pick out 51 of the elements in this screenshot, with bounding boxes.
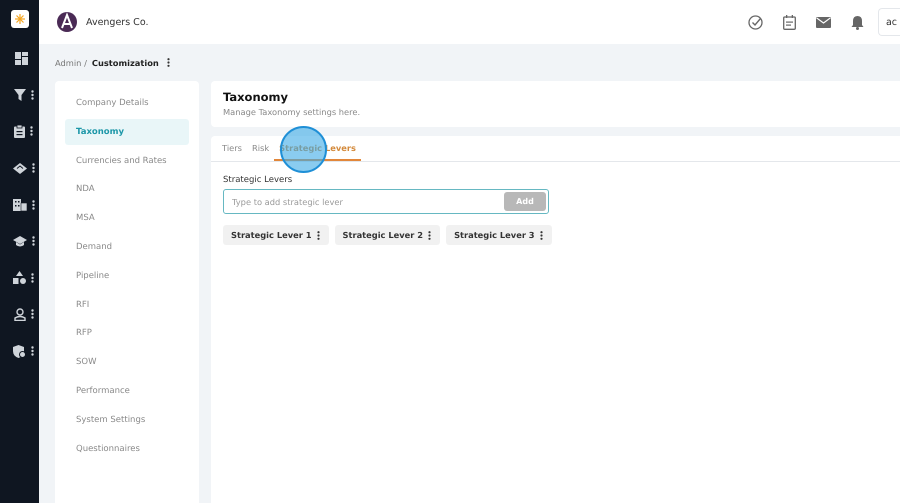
bell-icon[interactable]	[850, 14, 864, 30]
settings-menu-item[interactable]: Demand	[65, 234, 189, 260]
tab[interactable]: Risk	[246, 136, 274, 161]
kebab-icon[interactable]	[30, 126, 33, 136]
mail-icon[interactable]	[816, 16, 831, 28]
building-icon[interactable]	[12, 198, 26, 211]
settings-menu-item[interactable]: SOW	[65, 349, 189, 376]
settings-menu-item[interactable]: Company Details	[65, 90, 189, 116]
kebab-icon[interactable]	[30, 90, 34, 100]
company-name: Avengers Co.	[86, 16, 148, 28]
person-icon[interactable]	[14, 308, 26, 321]
settings-menu-item[interactable]: Performance	[65, 378, 189, 404]
kebab-icon[interactable]	[32, 200, 34, 210]
kebab-icon[interactable]	[32, 236, 34, 246]
filter-icon[interactable]	[14, 88, 26, 101]
shapes-icon[interactable]	[13, 271, 26, 284]
settings-menu-item[interactable]: RFI	[65, 292, 189, 318]
kebab-icon[interactable]	[30, 309, 34, 320]
calendar-icon[interactable]	[782, 14, 796, 30]
shield-gear-icon[interactable]	[13, 344, 26, 358]
kebab-icon[interactable]	[428, 230, 432, 240]
settings-menu-item[interactable]: NDA	[65, 176, 189, 202]
check-circle-icon[interactable]	[748, 14, 763, 30]
lever-chip[interactable]: Strategic Lever 1	[223, 225, 329, 245]
kebab-icon[interactable]	[540, 230, 543, 240]
page-title: Taxonomy	[223, 90, 290, 104]
settings-menu-item[interactable]: Pipeline	[65, 262, 189, 289]
app-logo-icon[interactable]	[10, 10, 28, 28]
settings-menu-item[interactable]: RFP	[65, 320, 189, 346]
settings-menu-item[interactable]: Taxonomy	[65, 118, 189, 145]
lever-chip[interactable]: Strategic Lever 2	[334, 225, 440, 245]
tab[interactable]: Tiers	[217, 136, 247, 161]
kebab-icon[interactable]	[166, 58, 170, 67]
account-button[interactable]: ac	[878, 8, 900, 36]
kebab-icon[interactable]	[32, 163, 34, 174]
kebab-icon[interactable]	[316, 230, 320, 240]
clipboard-icon[interactable]	[14, 124, 25, 138]
settings-menu-item[interactable]: MSA	[65, 205, 189, 232]
graduation-cap-icon[interactable]	[12, 236, 26, 247]
breadcrumb-item[interactable]: Admin /	[55, 58, 87, 68]
company-logo-icon	[56, 11, 78, 33]
dashboard-icon[interactable]	[15, 52, 28, 65]
kebab-icon[interactable]	[31, 346, 34, 356]
field-label: Strategic Levers	[223, 175, 294, 185]
page-subtitle: Manage Taxonomy settings here.	[223, 107, 362, 117]
kebab-icon[interactable]	[31, 272, 34, 283]
breadcrumb-item: Customization	[92, 58, 159, 68]
settings-menu-item[interactable]: Questionnaires	[65, 436, 189, 462]
lever-chip[interactable]: Strategic Lever 3	[446, 225, 552, 245]
settings-menu-item[interactable]: System Settings	[65, 406, 189, 433]
settings-menu-item[interactable]: Currencies and Rates	[65, 148, 189, 174]
